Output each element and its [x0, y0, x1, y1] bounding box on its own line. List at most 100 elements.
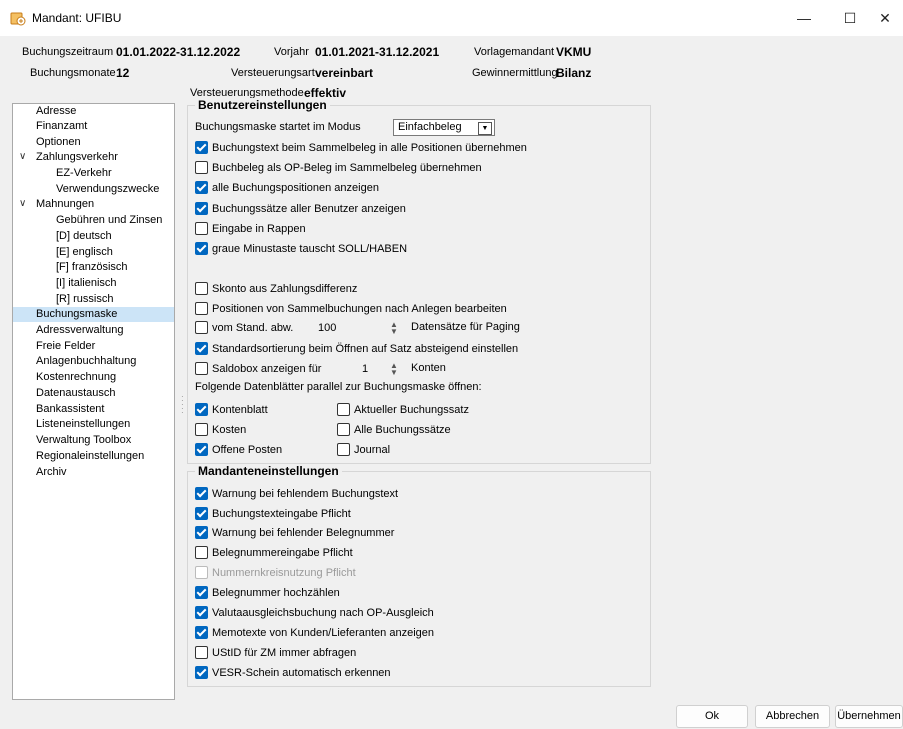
- check-warnung-buchungstext[interactable]: Warnung bei fehlendem Buchungstext: [195, 486, 398, 502]
- checkbox[interactable]: [195, 320, 208, 334]
- checkbox[interactable]: [195, 525, 208, 539]
- checkbox[interactable]: [337, 442, 350, 456]
- paging-value[interactable]: 100: [318, 320, 336, 336]
- tree-item-datenaustausch[interactable]: Datenaustausch: [36, 386, 116, 401]
- checkbox[interactable]: [195, 361, 208, 375]
- check-kontenblatt[interactable]: Kontenblatt: [195, 402, 268, 418]
- tree-item-russisch[interactable]: [R] russisch: [56, 292, 113, 307]
- checkbox[interactable]: [195, 301, 208, 315]
- gewinnermittlung-value: Bilanz: [556, 66, 592, 80]
- tree-item-gebuehren[interactable]: Gebühren und Zinsen: [56, 213, 162, 228]
- checkbox: [195, 565, 208, 579]
- cancel-button[interactable]: Abbrechen: [755, 705, 830, 728]
- tree-item-finanzamt[interactable]: Finanzamt: [36, 119, 87, 134]
- checkbox[interactable]: [195, 140, 208, 154]
- checkbox[interactable]: [337, 402, 350, 416]
- spin-arrows-icon[interactable]: ▲ ▼: [390, 321, 398, 336]
- checkbox[interactable]: [195, 665, 208, 679]
- check-warnung-belegnummer[interactable]: Warnung bei fehlender Belegnummer: [195, 525, 394, 541]
- check-memotexte[interactable]: Memotexte von Kunden/Lieferanten anzeige…: [195, 625, 434, 641]
- check-kosten[interactable]: Kosten: [195, 422, 246, 438]
- check-offene-posten[interactable]: Offene Posten: [195, 442, 282, 458]
- modus-select[interactable]: Einfachbeleg ▼: [393, 119, 495, 136]
- checkbox[interactable]: [195, 341, 208, 355]
- check-minustaste[interactable]: graue Minustaste tauscht SOLL/HABEN: [195, 241, 407, 257]
- checkbox-label: Valutaausgleichsbuchung nach OP-Ausgleic…: [212, 607, 434, 619]
- check-vom-stand[interactable]: vom Stand. abw.: [195, 320, 293, 336]
- checkbox[interactable]: [195, 605, 208, 619]
- tree-item-label: EZ-Verkehr: [56, 167, 112, 179]
- checkbox-label: Kontenblatt: [212, 404, 268, 416]
- check-standardsortierung[interactable]: Standardsortierung beim Öffnen auf Satz …: [195, 341, 518, 357]
- check-sammelbuchungen[interactable]: Positionen von Sammelbuchungen nach Anle…: [195, 301, 507, 317]
- check-buchungstext-pflicht[interactable]: Buchungstexteingabe Pflicht: [195, 506, 351, 522]
- splitter-handle[interactable]: · · · · ·: [181, 393, 184, 417]
- checkbox[interactable]: [195, 281, 208, 295]
- checkbox[interactable]: [195, 402, 208, 416]
- check-skonto[interactable]: Skonto aus Zahlungsdifferenz: [195, 281, 357, 297]
- checkbox[interactable]: [195, 545, 208, 559]
- tree-item-freie-felder[interactable]: Freie Felder: [36, 339, 95, 354]
- checkbox[interactable]: [195, 442, 208, 456]
- tree-item-italienisch[interactable]: [I] italienisch: [56, 276, 117, 291]
- check-belegnummer-pflicht[interactable]: Belegnummereingabe Pflicht: [195, 545, 353, 561]
- tree-item-zahlungsverkehr[interactable]: Zahlungsverkehr: [36, 150, 118, 165]
- checkbox[interactable]: [195, 486, 208, 500]
- check-valutaausgleich[interactable]: Valutaausgleichsbuchung nach OP-Ausgleic…: [195, 605, 434, 621]
- checkbox[interactable]: [195, 585, 208, 599]
- tree-item-listeneinstellungen[interactable]: Listeneinstellungen: [36, 417, 130, 432]
- tree-item-label: Verwaltung Toolbox: [36, 434, 132, 446]
- tree-item-anlagenbuchhaltung[interactable]: Anlagenbuchhaltung: [36, 354, 136, 369]
- modus-label: Buchungsmaske startet im Modus: [195, 121, 361, 133]
- tree-item-adressverwaltung[interactable]: Adressverwaltung: [36, 323, 123, 338]
- checkbox[interactable]: [195, 422, 208, 436]
- check-aktueller-buchungssatz[interactable]: Aktueller Buchungssatz: [337, 402, 469, 418]
- check-alle-benutzer[interactable]: Buchungssätze aller Benutzer anzeigen: [195, 201, 406, 217]
- check-belegnummer-hochzaehlen[interactable]: Belegnummer hochzählen: [195, 585, 340, 601]
- checkbox[interactable]: [195, 506, 208, 520]
- chevron-down-icon[interactable]: ∨: [19, 198, 26, 209]
- tree-item-archiv[interactable]: Archiv: [36, 465, 67, 480]
- checkbox[interactable]: [195, 160, 208, 174]
- tree-item-englisch[interactable]: [E] englisch: [56, 245, 113, 260]
- check-alle-positionen[interactable]: alle Buchungspositionen anzeigen: [195, 180, 379, 196]
- check-buchungstext-sammelbeleg[interactable]: Buchungstext beim Sammelbeleg in alle Po…: [195, 140, 527, 156]
- saldobox-value[interactable]: 1: [362, 361, 368, 377]
- tree-item-deutsch[interactable]: [D] deutsch: [56, 229, 112, 244]
- ok-button[interactable]: Ok: [676, 705, 748, 728]
- checkbox-label: alle Buchungspositionen anzeigen: [212, 182, 379, 194]
- check-rappen[interactable]: Eingabe in Rappen: [195, 221, 306, 237]
- chevron-down-icon[interactable]: ∨: [19, 151, 26, 162]
- checkbox[interactable]: [195, 625, 208, 639]
- checkbox[interactable]: [195, 201, 208, 215]
- tree-item-buchungsmaske[interactable]: Buchungsmaske: [13, 307, 174, 322]
- check-saldobox[interactable]: Saldobox anzeigen für: [195, 361, 321, 377]
- checkbox-label: Buchungstext beim Sammelbeleg in alle Po…: [212, 142, 527, 154]
- tree-item-kostenrechnung[interactable]: Kostenrechnung: [36, 370, 116, 385]
- tree-item-mahnungen[interactable]: Mahnungen: [36, 197, 94, 212]
- tree-item-regionaleinstellungen[interactable]: Regionaleinstellungen: [36, 449, 144, 464]
- check-alle-buchungssaetze[interactable]: Alle Buchungssätze: [337, 422, 451, 438]
- tree-item-franzoesisch[interactable]: [F] französisch: [56, 260, 128, 275]
- tree-item-verwendungszwecke[interactable]: Verwendungszwecke: [56, 182, 159, 197]
- check-journal[interactable]: Journal: [337, 442, 390, 458]
- check-vesr[interactable]: VESR-Schein automatisch erkennen: [195, 665, 391, 681]
- settings-tree[interactable]: Adresse Finanzamt Optionen ∨ Zahlungsver…: [12, 103, 175, 700]
- tree-item-adresse[interactable]: Adresse: [36, 104, 76, 119]
- tree-item-optionen[interactable]: Optionen: [36, 135, 81, 150]
- checkbox[interactable]: [195, 241, 208, 255]
- check-buchbeleg-op[interactable]: Buchbeleg als OP-Beleg im Sammelbeleg üb…: [195, 160, 482, 176]
- tree-item-verwaltung-toolbox[interactable]: Verwaltung Toolbox: [36, 433, 131, 448]
- tree-item-bankassistent[interactable]: Bankassistent: [36, 402, 104, 417]
- minimize-button[interactable]: —: [781, 0, 827, 36]
- checkbox[interactable]: [195, 180, 208, 194]
- checkbox[interactable]: [195, 221, 208, 235]
- spin-arrows-icon[interactable]: ▲ ▼: [390, 362, 398, 377]
- title-bar: Mandant: UFIBU — ☐ ✕: [0, 0, 903, 36]
- check-ustid[interactable]: UStID für ZM immer abfragen: [195, 645, 356, 661]
- close-button[interactable]: ✕: [862, 0, 903, 36]
- apply-button[interactable]: Übernehmen: [835, 705, 903, 728]
- checkbox[interactable]: [337, 422, 350, 436]
- tree-item-ez-verkehr[interactable]: EZ-Verkehr: [56, 166, 112, 181]
- checkbox[interactable]: [195, 645, 208, 659]
